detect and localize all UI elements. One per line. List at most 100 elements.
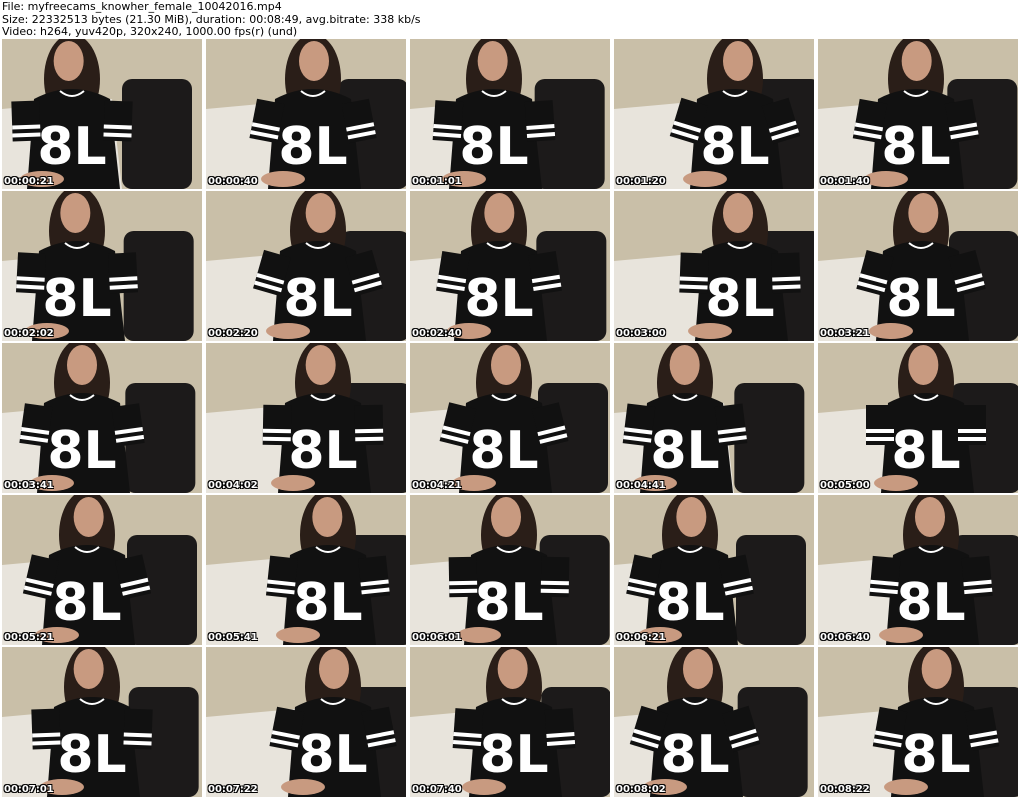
thumbnail: 8L 00:01:40 — [818, 39, 1018, 189]
thumbnail-timestamp: 00:01:20 — [616, 176, 666, 187]
thumbnail: 8L 00:07:22 — [206, 647, 406, 797]
jersey-number: 8L — [283, 269, 352, 329]
thumbnail-timestamp: 00:04:21 — [412, 480, 462, 491]
thumbnail-timestamp: 00:07:40 — [412, 784, 462, 795]
thumbnail-timestamp: 00:07:01 — [4, 784, 54, 795]
jersey-number: 8L — [700, 117, 769, 177]
thumbnail-timestamp: 00:05:21 — [4, 632, 54, 643]
thumbnail-timestamp: 00:05:00 — [820, 480, 870, 491]
video-frame: 8L — [818, 647, 1018, 797]
video-frame: 8L — [206, 343, 406, 493]
video-frame: 8L — [410, 191, 610, 341]
jersey-number: 8L — [288, 421, 357, 481]
thumbnail: 8L 00:02:02 — [2, 191, 202, 341]
jersey-number: 8L — [650, 421, 719, 481]
jersey-number: 8L — [293, 573, 362, 633]
jersey-number: 8L — [705, 269, 774, 329]
thumbnail: 8L 00:05:00 — [818, 343, 1018, 493]
thumbnail: 8L 00:04:41 — [614, 343, 814, 493]
jersey-number: 8L — [42, 269, 111, 329]
thumbnail: 8L 00:05:41 — [206, 495, 406, 645]
thumbnail: 8L 00:07:40 — [410, 647, 610, 797]
video-frame: 8L — [410, 343, 610, 493]
video-frame: 8L — [206, 39, 406, 189]
thumbnail-timestamp: 00:02:40 — [412, 328, 462, 339]
thumbnail-timestamp: 00:05:41 — [208, 632, 258, 643]
video-frame: 8L — [206, 191, 406, 341]
thumbnail-timestamp: 00:07:22 — [208, 784, 258, 795]
video-frame: 8L — [2, 495, 202, 645]
thumbnail-timestamp: 00:06:21 — [616, 632, 666, 643]
thumbnail-timestamp: 00:03:00 — [616, 328, 666, 339]
thumbnail-timestamp: 00:04:02 — [208, 480, 258, 491]
video-frame: 8L — [2, 39, 202, 189]
jersey-number: 8L — [655, 573, 724, 633]
thumbnail-timestamp: 00:02:20 — [208, 328, 258, 339]
video-frame: 8L — [818, 343, 1018, 493]
video-frame: 8L — [818, 39, 1018, 189]
thumbnail: 8L 00:01:01 — [410, 39, 610, 189]
jersey-number: 8L — [52, 573, 121, 633]
video-frame: 8L — [410, 647, 610, 797]
thumbnail: 8L 00:00:40 — [206, 39, 406, 189]
thumbnail: 8L 00:02:20 — [206, 191, 406, 341]
video-frame: 8L — [410, 39, 610, 189]
jersey-number: 8L — [57, 725, 126, 785]
thumbnail: 8L 00:00:21 — [2, 39, 202, 189]
thumbnail: 8L 00:06:01 — [410, 495, 610, 645]
thumbnail-timestamp: 00:00:40 — [208, 176, 258, 187]
thumbnail-timestamp: 00:01:40 — [820, 176, 870, 187]
video-frame: 8L — [818, 495, 1018, 645]
video-info: Video: h264, yuv420p, 320x240, 1000.00 f… — [2, 25, 298, 38]
jersey-number: 8L — [886, 269, 955, 329]
jersey-number: 8L — [464, 269, 533, 329]
jersey-number: 8L — [298, 725, 367, 785]
thumbnail-grid: 8L 00:00:21 8L 00:00:40 8L 00:01:01 8L 00:01:20… — [2, 39, 1022, 797]
jersey-number: 8L — [896, 573, 965, 633]
thumbnail: 8L 00:06:40 — [818, 495, 1018, 645]
thumbnail: 8L 00:04:02 — [206, 343, 406, 493]
jersey-number: 8L — [278, 117, 347, 177]
thumbnail: 8L 00:08:02 — [614, 647, 814, 797]
contact-sheet-header: File: myfreecams_knowher_female_10042016… — [0, 0, 1024, 38]
jersey-number: 8L — [901, 725, 970, 785]
video-frame: 8L — [410, 495, 610, 645]
video-frame: 8L — [614, 647, 814, 797]
thumbnail-timestamp: 00:00:21 — [4, 176, 54, 187]
file-info: File: myfreecams_knowher_female_10042016… — [2, 0, 282, 13]
thumbnail-timestamp: 00:02:02 — [4, 328, 54, 339]
jersey-number: 8L — [469, 421, 538, 481]
video-frame: 8L — [614, 495, 814, 645]
thumbnail: 8L 00:04:21 — [410, 343, 610, 493]
video-frame: 8L — [206, 647, 406, 797]
video-frame: 8L — [614, 343, 814, 493]
jersey-number: 8L — [660, 725, 729, 785]
video-frame: 8L — [206, 495, 406, 645]
thumbnail: 8L 00:08:22 — [818, 647, 1018, 797]
thumbnail: 8L 00:02:40 — [410, 191, 610, 341]
jersey-number: 8L — [47, 421, 116, 481]
thumbnail-timestamp: 00:03:21 — [820, 328, 870, 339]
thumbnail-timestamp: 00:04:41 — [616, 480, 666, 491]
thumbnail-timestamp: 00:03:41 — [4, 480, 54, 491]
thumbnail-timestamp: 00:01:01 — [412, 176, 462, 187]
jersey-number: 8L — [891, 421, 960, 481]
thumbnail-timestamp: 00:08:02 — [616, 784, 666, 795]
jersey-number: 8L — [459, 117, 528, 177]
thumbnail-timestamp: 00:08:22 — [820, 784, 870, 795]
video-frame: 8L — [818, 191, 1018, 341]
video-frame: 8L — [2, 343, 202, 493]
jersey-number: 8L — [881, 117, 950, 177]
thumbnail-timestamp: 00:06:01 — [412, 632, 462, 643]
thumbnail: 8L 00:01:20 — [614, 39, 814, 189]
thumbnail-timestamp: 00:06:40 — [820, 632, 870, 643]
video-frame: 8L — [614, 39, 814, 189]
video-frame: 8L — [614, 191, 814, 341]
video-frame: 8L — [2, 647, 202, 797]
thumbnail: 8L 00:07:01 — [2, 647, 202, 797]
video-frame: 8L — [2, 191, 202, 341]
jersey-number: 8L — [474, 573, 543, 633]
thumbnail: 8L 00:05:21 — [2, 495, 202, 645]
jersey-number: 8L — [37, 117, 106, 177]
jersey-number: 8L — [479, 725, 548, 785]
